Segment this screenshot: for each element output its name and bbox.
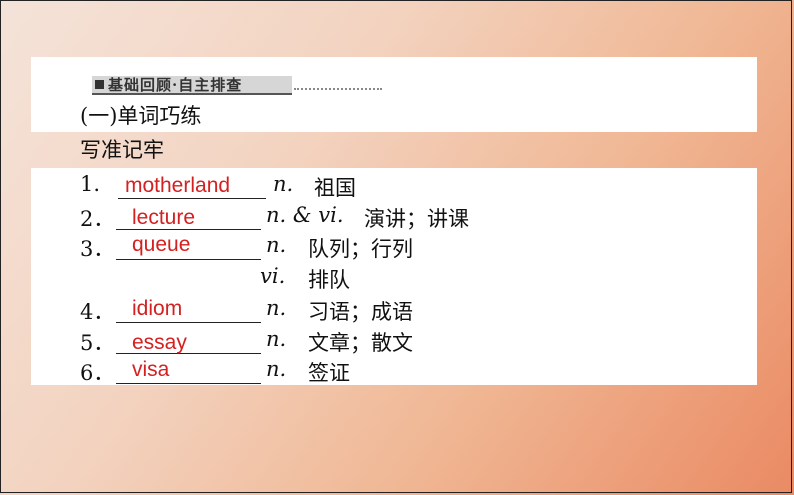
section-title: (一)单词巧练 xyxy=(80,104,202,128)
item-number: 5． xyxy=(80,331,115,355)
part-of-speech: n. xyxy=(266,233,287,257)
answer-word: idiom xyxy=(132,297,183,320)
item-number: 1. xyxy=(80,172,101,196)
part-of-speech: n. xyxy=(266,296,287,320)
square-bullet-icon xyxy=(95,80,104,89)
answer-word: visa xyxy=(132,358,170,381)
meaning: 习语；成语 xyxy=(308,300,413,324)
item-number: 3． xyxy=(80,237,115,261)
item-number: 4． xyxy=(80,300,115,324)
answer-word: lecture xyxy=(132,206,196,229)
item-number: 2． xyxy=(80,207,115,231)
section-header-label: 基础回顾·自主排查 xyxy=(108,76,243,94)
section-header-banner: 基础回顾·自主排查 xyxy=(92,76,292,95)
item-number: 6． xyxy=(80,361,115,385)
meaning: 签证 xyxy=(308,361,350,385)
meaning: 祖国 xyxy=(314,176,356,200)
part-of-speech: n. & vi. xyxy=(266,203,344,227)
part-of-speech: n. xyxy=(273,172,294,196)
meaning: 排队 xyxy=(308,268,350,292)
answer-word: essay xyxy=(132,331,187,354)
part-of-speech: n. xyxy=(266,357,287,381)
meaning: 队列；行列 xyxy=(308,237,413,261)
answer-word: motherland xyxy=(125,174,231,197)
answer-word: queue xyxy=(132,233,191,256)
meaning: 演讲；讲课 xyxy=(364,207,469,231)
part-of-speech: n. xyxy=(266,327,287,351)
dotted-divider xyxy=(294,88,382,92)
part-of-speech: vi. xyxy=(260,264,286,288)
subtitle: 写准记牢 xyxy=(80,138,164,162)
meaning: 文章；散文 xyxy=(308,331,413,355)
